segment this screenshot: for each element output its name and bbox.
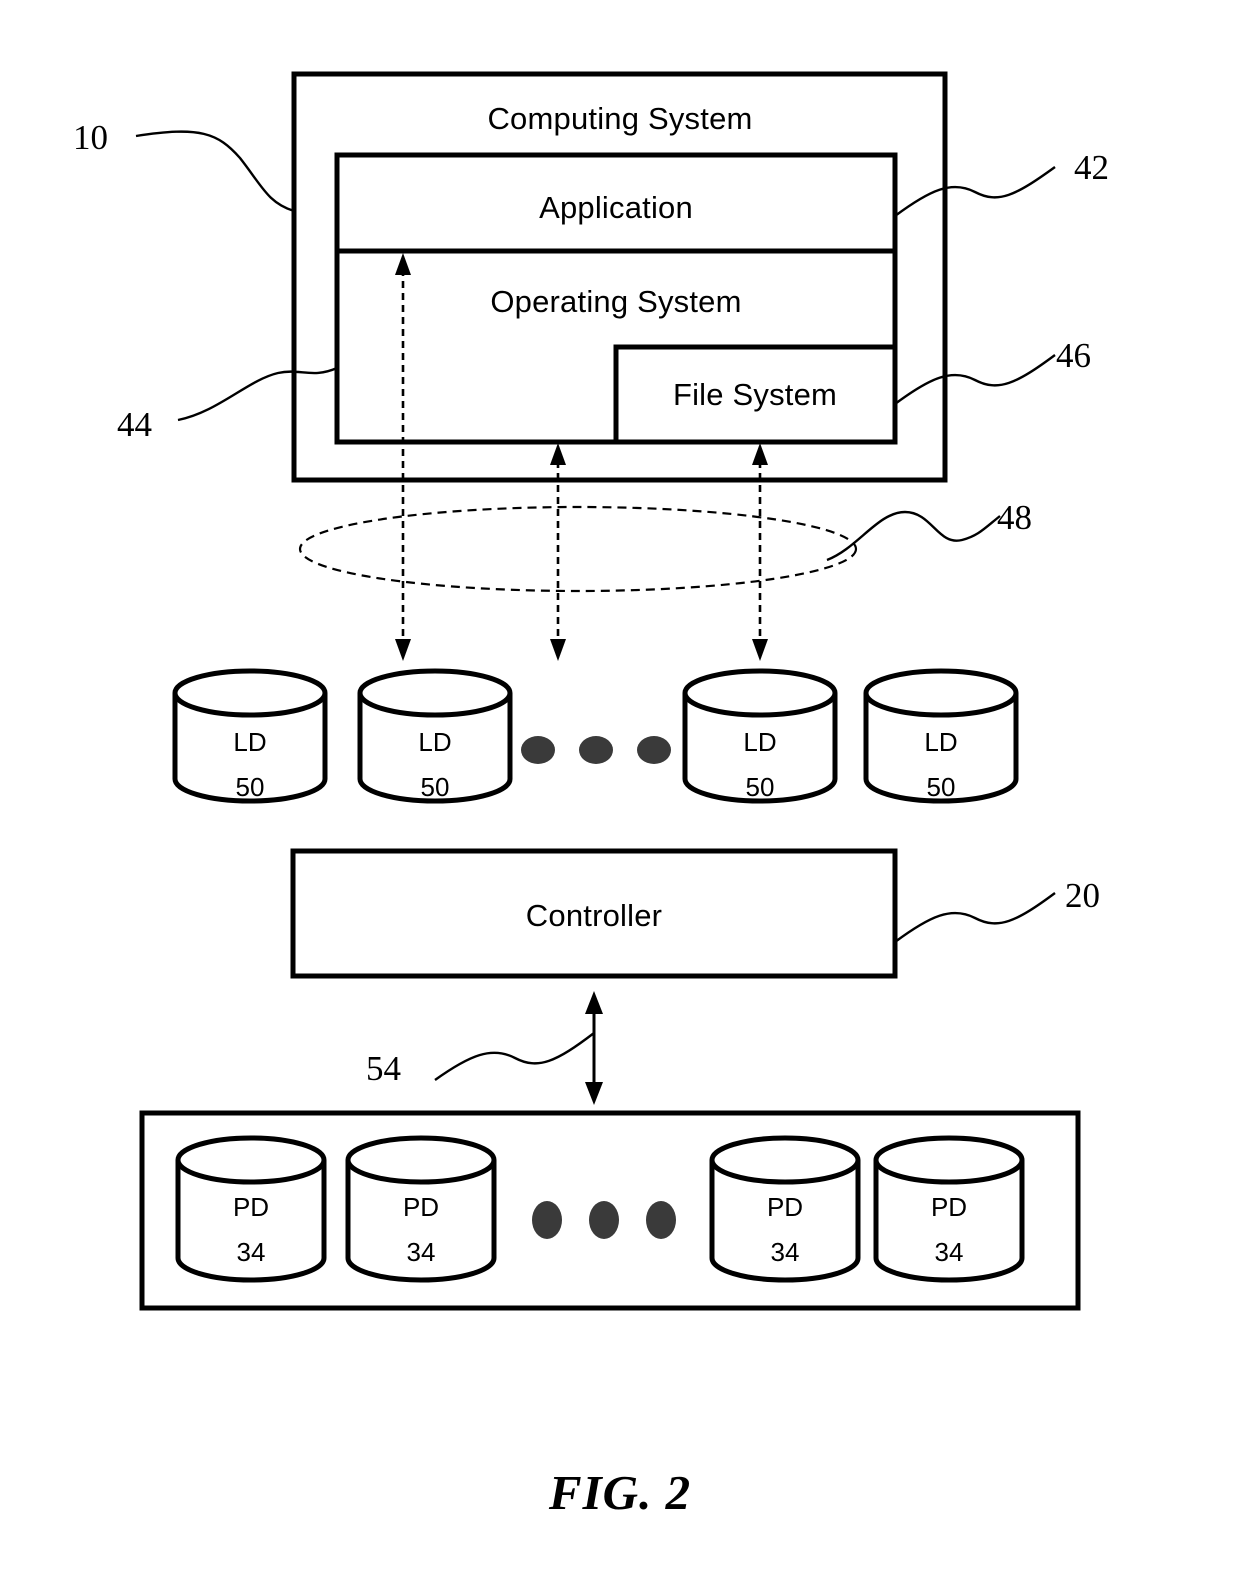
logical-device-cylinder [172,668,328,804]
logical-device-ellipsis [521,736,671,764]
leader-line-54 [434,1032,595,1081]
leader-line-46 [894,354,1056,405]
arrow-file-system-to-ld [752,443,768,661]
patent-figure: Computing System Application Operating S… [0,0,1240,1581]
leader-line-44 [177,366,338,422]
logical-device-cylinder [682,668,838,804]
controller-box [290,848,898,979]
logical-device-cylinder [863,668,1019,804]
physical-device-cylinder [873,1135,1025,1283]
physical-device-ellipsis [532,1201,676,1239]
leader-line-10 [135,130,295,213]
figure-vector-layer [135,71,1081,1311]
computing-system-box [291,71,948,483]
arrow-operating-system-to-ld [550,443,566,661]
file-system-box [613,344,898,445]
arrow-application-to-ld [395,253,411,661]
physical-device-cylinder [345,1135,497,1283]
physical-device-cylinder [709,1135,861,1283]
interface-ellipse [298,505,858,593]
controller-physical-link-arrow [585,991,603,1105]
leader-line-20 [894,892,1056,943]
application-box [334,152,898,254]
leader-line-42 [894,166,1056,217]
logical-device-cylinder [357,668,513,804]
physical-device-cylinder [175,1135,327,1283]
leader-line-48 [826,510,1001,562]
